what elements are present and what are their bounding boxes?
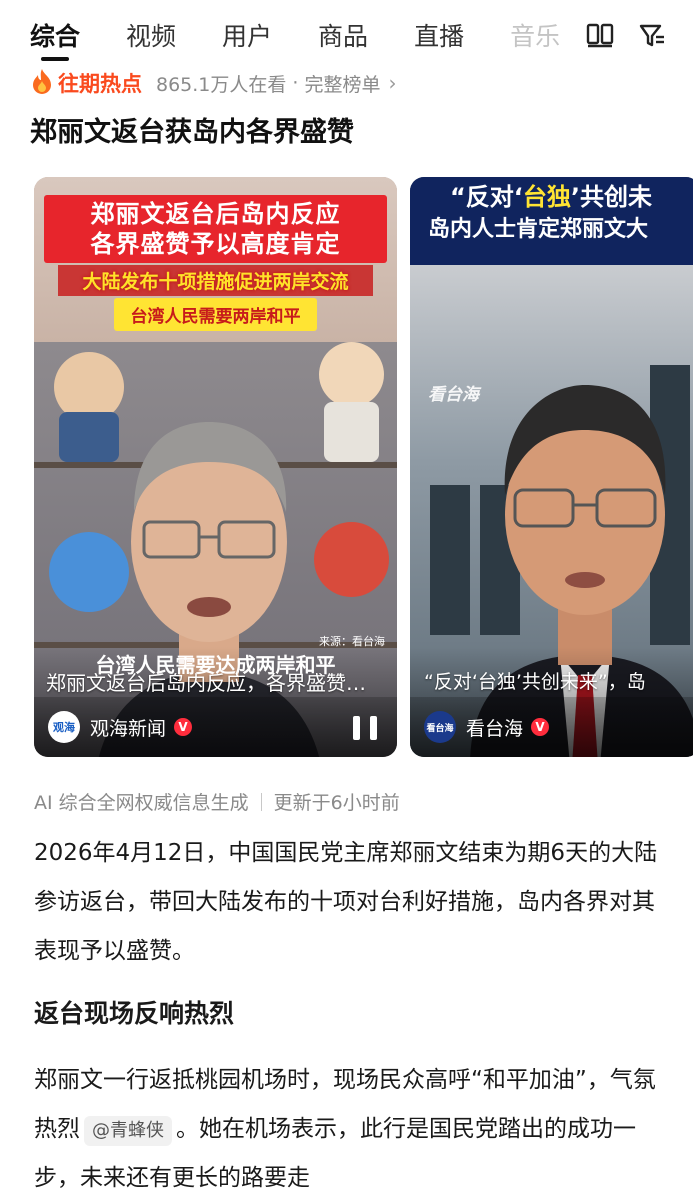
video-title-line2: 岛内人士肯定郑丽文大 <box>428 217 649 242</box>
ai-summary-meta: AI 综合全网权威信息生成 更新于6小时前 <box>34 788 400 815</box>
video-tag: 台湾人民需要两岸和平 <box>114 298 317 331</box>
article-paragraph: 郑丽文一行返抵桃园机场时，现场民众高呼“和平加油”，气氛热烈 @青蜂侠 。她在机场表… <box>34 1056 662 1200</box>
video-subtitle: 大陆发布十项措施促进两岸交流 <box>58 265 373 296</box>
ai-source-note: AI 综合全网权威信息生成 <box>34 792 249 814</box>
source-mention-chip[interactable]: @青蜂侠 <box>84 1116 172 1146</box>
tab-users[interactable]: 用户 <box>222 17 272 53</box>
video-description: 郑丽文返台后岛内反应，各界盛赞予以高度肯定 <box>46 671 385 695</box>
doll-figure <box>314 522 389 597</box>
background-window <box>430 485 470 635</box>
tab-products[interactable]: 商品 <box>318 17 368 53</box>
tab-music[interactable]: 音乐 <box>510 17 560 53</box>
verified-badge-icon: V <box>531 718 550 736</box>
verified-badge-icon: V <box>174 718 193 736</box>
hot-badge: 往期热点 <box>30 67 142 100</box>
tab-actions <box>563 0 693 70</box>
channel-name[interactable]: 看台海 <box>466 714 523 741</box>
video-card-2[interactable]: “反对‘台独’共创未 岛内人士肯定郑丽文大 看台海 “反对‘台独’共创未来”，岛… <box>410 177 693 757</box>
video-title-line1: 郑丽文返台后岛内反应 <box>90 200 341 228</box>
video-title-line1: “反对‘台独’共创未 <box>450 183 653 211</box>
video-title: 郑丽文返台后岛内反应 各界盛赞予以高度肯定 <box>44 195 387 263</box>
video-watermark: 看台海 <box>428 385 479 405</box>
tab-live[interactable]: 直播 <box>414 17 464 53</box>
chevron-right-icon: › <box>388 71 397 95</box>
flame-icon <box>30 67 54 100</box>
doll-figure <box>319 342 384 407</box>
full-list-link[interactable]: 完整榜单 <box>304 70 380 97</box>
filter-icon[interactable] <box>637 20 667 50</box>
section-heading: 返台现场反响热烈 <box>34 999 235 1028</box>
doll-figure <box>324 402 379 462</box>
topic-headline[interactable]: 郑丽文返台获岛内各界盛赞 <box>30 110 354 149</box>
viewer-count: 865.1万人在看 <box>156 73 287 96</box>
video-footer: 观海 观海新闻 V <box>34 697 397 757</box>
separator-dot: · <box>292 72 299 94</box>
pause-icon[interactable] <box>353 716 377 740</box>
updated-time: 更新于6小时前 <box>273 792 400 814</box>
tab-comprehensive[interactable]: 综合 <box>30 17 80 61</box>
channel-avatar[interactable]: 观海 <box>48 711 80 743</box>
video-title-line2: 各界盛赞予以高度肯定 <box>90 230 341 258</box>
channel-name[interactable]: 观海新闻 <box>90 714 166 741</box>
article-paragraph: 2026年4月12日，中国国民党主席郑丽文结束为期6天的大陆参访返台，带回大陆发… <box>34 840 658 964</box>
video-description: “反对‘台独’共创未来”，岛 <box>424 671 646 693</box>
video-source: 来源：看台海 <box>319 635 385 648</box>
hot-topic-row[interactable]: 往期热点 865.1万人在看 · 完整榜单 › <box>30 64 396 102</box>
video-banner: 郑丽文返台后岛内反应 各界盛赞予以高度肯定 大陆发布十项措施促进两岸交流 台湾人… <box>34 177 397 342</box>
divider <box>260 792 262 811</box>
layout-icon[interactable] <box>585 20 615 50</box>
hot-badge-label: 往期热点 <box>58 72 142 96</box>
channel-avatar[interactable]: 看台海 <box>424 711 456 743</box>
video-footer: 看台海 看台海 V <box>410 697 693 757</box>
tab-video[interactable]: 视频 <box>126 17 176 53</box>
video-banner: “反对‘台独’共创未 岛内人士肯定郑丽文大 <box>410 177 693 265</box>
video-card-1[interactable]: 郑丽文返台后岛内反应 各界盛赞予以高度肯定 大陆发布十项措施促进两岸交流 台湾人… <box>34 177 397 757</box>
hot-meta: 865.1万人在看 · 完整榜单 › <box>156 70 396 97</box>
